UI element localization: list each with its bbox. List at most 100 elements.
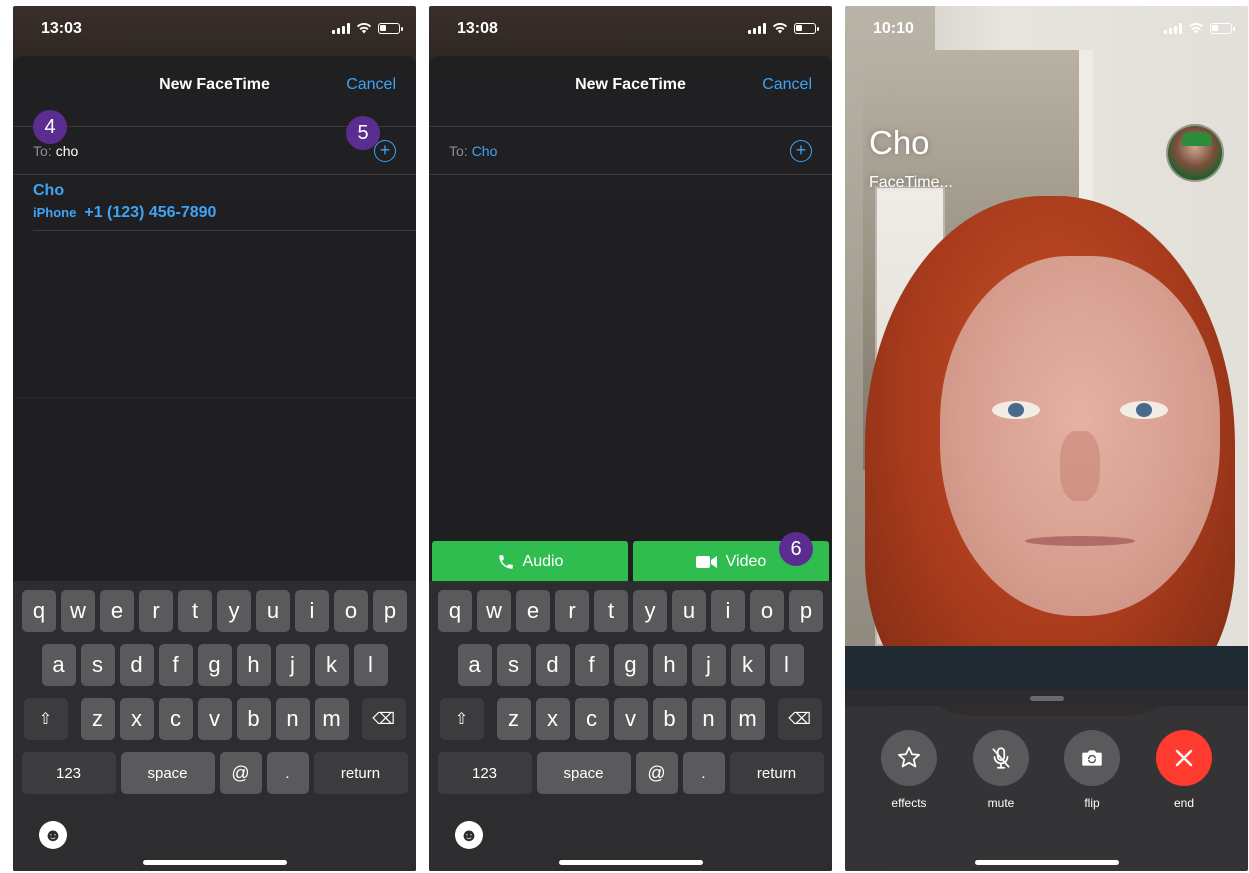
key-m[interactable]: m: [730, 698, 765, 740]
return-key[interactable]: return: [729, 752, 824, 794]
key-t[interactable]: t: [594, 590, 628, 632]
key-y[interactable]: y: [217, 590, 251, 632]
status-bar: 13:03: [13, 6, 416, 50]
dot-key[interactable]: .: [266, 752, 309, 794]
key-z[interactable]: z: [496, 698, 531, 740]
key-l[interactable]: l: [353, 644, 388, 686]
cancel-button[interactable]: Cancel: [346, 76, 396, 94]
video-camera-icon: [695, 556, 717, 568]
keyboard-row-2: a s d f g h j k l: [429, 644, 832, 686]
numbers-key[interactable]: 123: [21, 752, 116, 794]
key-l[interactable]: l: [769, 644, 804, 686]
key-c[interactable]: c: [158, 698, 193, 740]
shift-icon: ⇧: [454, 711, 469, 728]
key-f[interactable]: f: [574, 644, 609, 686]
keyboard-row-1: q w e r t y u i o p: [429, 590, 832, 632]
home-indicator[interactable]: [558, 860, 703, 865]
recipient-token[interactable]: Cho: [472, 143, 498, 159]
caller-name: Cho: [869, 124, 930, 161]
at-key[interactable]: @: [219, 752, 262, 794]
numbers-key[interactable]: 123: [437, 752, 532, 794]
key-c[interactable]: c: [574, 698, 609, 740]
key-e[interactable]: e: [100, 590, 134, 632]
key-w[interactable]: w: [61, 590, 95, 632]
key-j[interactable]: j: [691, 644, 726, 686]
key-g[interactable]: g: [197, 644, 232, 686]
key-o[interactable]: o: [334, 590, 368, 632]
key-k[interactable]: k: [730, 644, 765, 686]
at-key[interactable]: @: [635, 752, 678, 794]
key-n[interactable]: n: [691, 698, 726, 740]
key-o[interactable]: o: [750, 590, 784, 632]
tray-grabber[interactable]: [1029, 696, 1064, 701]
key-g[interactable]: g: [613, 644, 648, 686]
mute-button[interactable]: mute: [973, 730, 1029, 810]
key-d[interactable]: d: [535, 644, 570, 686]
key-a[interactable]: a: [41, 644, 76, 686]
add-contact-button[interactable]: +: [790, 140, 812, 162]
key-z[interactable]: z: [80, 698, 115, 740]
key-p[interactable]: p: [789, 590, 823, 632]
home-indicator[interactable]: [142, 860, 287, 865]
key-u[interactable]: u: [672, 590, 706, 632]
to-input-value[interactable]: cho: [56, 143, 79, 159]
key-q[interactable]: q: [22, 590, 56, 632]
key-h[interactable]: h: [652, 644, 687, 686]
self-view-thumbnail[interactable]: [1166, 124, 1224, 182]
delete-key[interactable]: ⌫: [361, 698, 406, 740]
emoji-icon[interactable]: ☻: [455, 821, 483, 849]
key-e[interactable]: e: [516, 590, 550, 632]
audio-call-button[interactable]: Audio: [432, 541, 628, 583]
key-b[interactable]: b: [236, 698, 271, 740]
key-n[interactable]: n: [275, 698, 310, 740]
caller-video-face: [940, 256, 1220, 616]
key-r[interactable]: r: [139, 590, 173, 632]
key-q[interactable]: q: [438, 590, 472, 632]
key-h[interactable]: h: [236, 644, 271, 686]
key-y[interactable]: y: [633, 590, 667, 632]
key-d[interactable]: d: [119, 644, 154, 686]
key-b[interactable]: b: [652, 698, 687, 740]
key-x[interactable]: x: [119, 698, 154, 740]
key-p[interactable]: p: [373, 590, 407, 632]
key-r[interactable]: r: [555, 590, 589, 632]
key-w[interactable]: w: [477, 590, 511, 632]
shift-key[interactable]: ⇧: [439, 698, 484, 740]
key-a[interactable]: a: [457, 644, 492, 686]
key-i[interactable]: i: [295, 590, 329, 632]
video-label: Video: [725, 553, 767, 570]
battery-icon: [794, 22, 819, 34]
shift-key[interactable]: ⇧: [23, 698, 68, 740]
emoji-icon[interactable]: ☻: [39, 821, 67, 849]
key-i[interactable]: i: [711, 590, 745, 632]
key-x[interactable]: x: [535, 698, 570, 740]
return-key[interactable]: return: [313, 752, 408, 794]
space-key[interactable]: space: [536, 752, 631, 794]
effects-button[interactable]: effects: [881, 730, 937, 810]
key-v[interactable]: v: [613, 698, 648, 740]
space-key[interactable]: space: [120, 752, 215, 794]
key-m[interactable]: m: [314, 698, 349, 740]
key-t[interactable]: t: [178, 590, 212, 632]
keyboard: q w e r t y u i o p a s d f g h j k l ⇧ …: [429, 581, 832, 871]
to-field[interactable]: To: cho: [33, 143, 78, 159]
home-indicator[interactable]: [974, 860, 1119, 865]
delete-icon: ⌫: [788, 711, 811, 728]
delete-key[interactable]: ⌫: [777, 698, 822, 740]
dot-key[interactable]: .: [682, 752, 725, 794]
status-time: 10:10: [873, 20, 914, 37]
step-badge-4: 4: [33, 110, 67, 144]
key-s[interactable]: s: [80, 644, 115, 686]
key-s[interactable]: s: [496, 644, 531, 686]
cancel-button[interactable]: Cancel: [762, 76, 812, 94]
key-f[interactable]: f: [158, 644, 193, 686]
key-k[interactable]: k: [314, 644, 349, 686]
end-call-button[interactable]: end: [1156, 730, 1212, 810]
flip-button[interactable]: flip: [1064, 730, 1120, 810]
key-u[interactable]: u: [256, 590, 290, 632]
key-j[interactable]: j: [275, 644, 310, 686]
add-contact-button[interactable]: +: [374, 140, 396, 162]
to-field[interactable]: To: Cho: [449, 143, 497, 159]
key-v[interactable]: v: [197, 698, 232, 740]
contact-suggestion[interactable]: Cho iPhone +1 (123) 456-7890: [33, 182, 216, 222]
